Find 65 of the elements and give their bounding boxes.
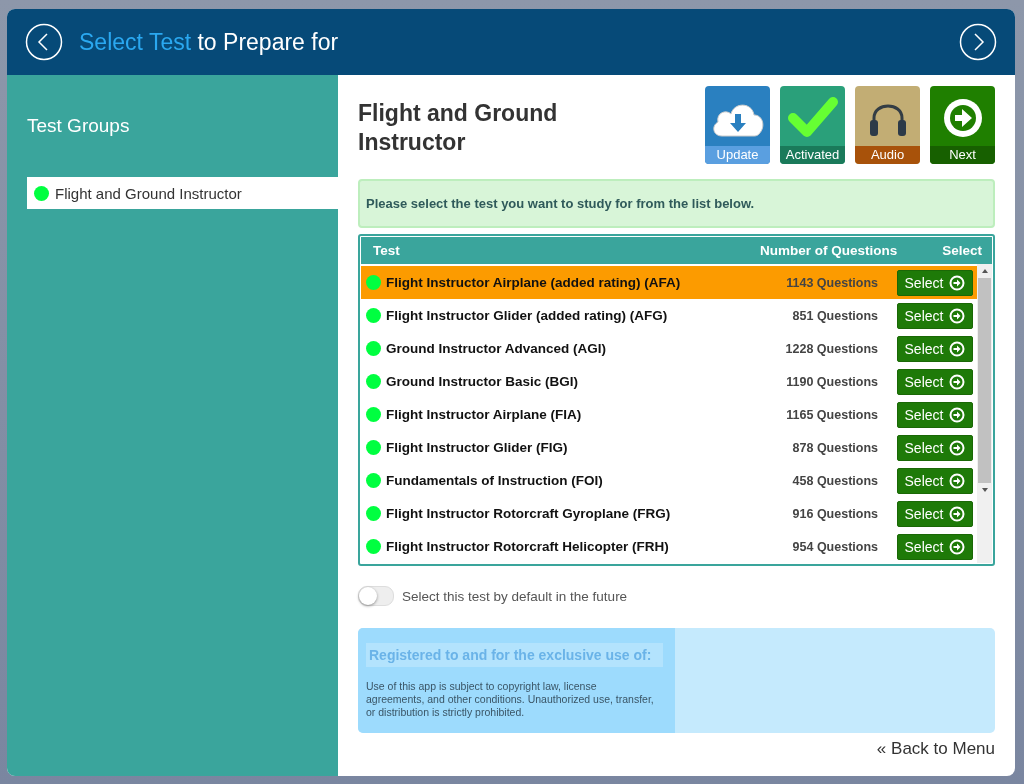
test-name: Flight Instructor Glider (FIG): [386, 440, 569, 455]
test-row[interactable]: Flight Instructor Glider (FIG) 878 Questions Select: [361, 431, 977, 464]
back-icon[interactable]: [25, 23, 63, 61]
question-count: 458 Questions: [791, 473, 878, 488]
select-button[interactable]: Select: [897, 467, 973, 494]
test-row[interactable]: Ground Instructor Advanced (AGI) 1228 Questions Select: [361, 332, 977, 365]
test-name: Flight Instructor Rotorcraft Helicopter (FRH): [386, 539, 670, 554]
select-button[interactable]: Select: [897, 401, 973, 428]
arrow-circle-icon: [949, 505, 966, 522]
column-header: Test: [373, 243, 401, 258]
toggle-switch[interactable]: [358, 586, 394, 606]
scrollbar[interactable]: [977, 264, 992, 563]
arrow-circle-icon: [949, 274, 966, 291]
question-count: 1190 Questions: [785, 374, 878, 389]
sidebar-title: Test Groups: [26, 115, 131, 137]
activated-tool-button[interactable]: Activated: [780, 86, 845, 164]
arrow-circle-icon: [949, 340, 966, 357]
test-name: Flight Instructor Airplane (FIA): [386, 407, 583, 422]
column-header: Select: [941, 243, 982, 258]
registration-heading: Registered to and for the exclusive use of:: [366, 643, 663, 667]
question-count: 1228 Questions: [784, 341, 878, 356]
test-name: Flight Instructor Glider (added rating) (AFG): [386, 308, 669, 323]
test-name: Ground Instructor Basic (BGI): [386, 374, 579, 389]
select-button[interactable]: Select: [897, 533, 973, 560]
select-button[interactable]: Select: [897, 269, 973, 296]
audio-tool-button[interactable]: Audio: [855, 86, 920, 164]
question-count: 1143 Questions: [785, 275, 878, 290]
test-row[interactable]: Ground Instructor Basic (BGI) 1190 Questions Select: [361, 365, 977, 398]
arrow-circle-icon: [949, 406, 966, 423]
select-button[interactable]: Select: [897, 500, 973, 527]
question-count: 878 Questions: [791, 440, 878, 455]
arrow-circle-icon: [949, 472, 966, 489]
arrow-circle-icon: [949, 307, 966, 324]
arrow-circle-icon: [949, 439, 966, 456]
instruction-banner: Please select the test you want to study for from the list below.: [358, 179, 995, 228]
test-group-item[interactable]: Flight and Ground Instructor: [27, 177, 338, 209]
test-row[interactable]: Flight Instructor Airplane (FIA) 1165 Questions Select: [361, 398, 977, 431]
test-row[interactable]: Fundamentals of Instruction (FOI) 458 Questions Select: [361, 464, 977, 497]
test-name: Flight Instructor Airplane (added rating) (AFA): [386, 275, 682, 290]
arrow-circle-icon: [949, 373, 966, 390]
test-name: Flight Instructor Rotorcraft Gyroplane (FRG): [386, 506, 672, 521]
select-button[interactable]: Select: [897, 335, 973, 362]
select-button[interactable]: Select: [897, 434, 973, 461]
copyright-notice: Use of this app is subject to copyright law, license agreements, and other conditions. Unauthorized use, transfer, or distribution is strictly prohibited.: [366, 680, 655, 719]
back-to-menu-link[interactable]: « Back to Menu: [876, 739, 995, 759]
toggle-label: Select this test by default in the future: [402, 588, 628, 604]
question-count: 916 Questions: [791, 506, 878, 521]
arrow-circle-icon: [949, 538, 966, 555]
question-count: 1165 Questions: [785, 407, 878, 422]
page-title: Select Test to Prepare for: [79, 28, 340, 56]
group-label: Flight and Ground Instructor: [55, 184, 242, 202]
question-count: 954 Questions: [791, 539, 878, 554]
group-heading: Flight and Ground Instructor: [358, 99, 559, 157]
column-header: Number of Questions: [760, 243, 899, 258]
test-name: Ground Instructor Advanced (AGI): [386, 341, 607, 356]
test-row[interactable]: Flight Instructor Rotorcraft Helicopter (FRH) 954 Questions Select: [361, 530, 977, 563]
forward-icon[interactable]: [959, 23, 997, 61]
test-row[interactable]: Flight Instructor Airplane (added rating) (AFA) 1143 Questions Select: [361, 266, 977, 299]
select-button[interactable]: Select: [897, 368, 973, 395]
select-button[interactable]: Select: [897, 302, 973, 329]
test-row[interactable]: Flight Instructor Rotorcraft Gyroplane (FRG) 916 Questions Select: [361, 497, 977, 530]
next-tool-button[interactable]: Next: [930, 86, 995, 164]
test-row[interactable]: Flight Instructor Glider (added rating) (AFG) 851 Questions Select: [361, 299, 977, 332]
test-name: Fundamentals of Instruction (FOI): [386, 473, 604, 488]
question-count: 851 Questions: [791, 308, 878, 323]
